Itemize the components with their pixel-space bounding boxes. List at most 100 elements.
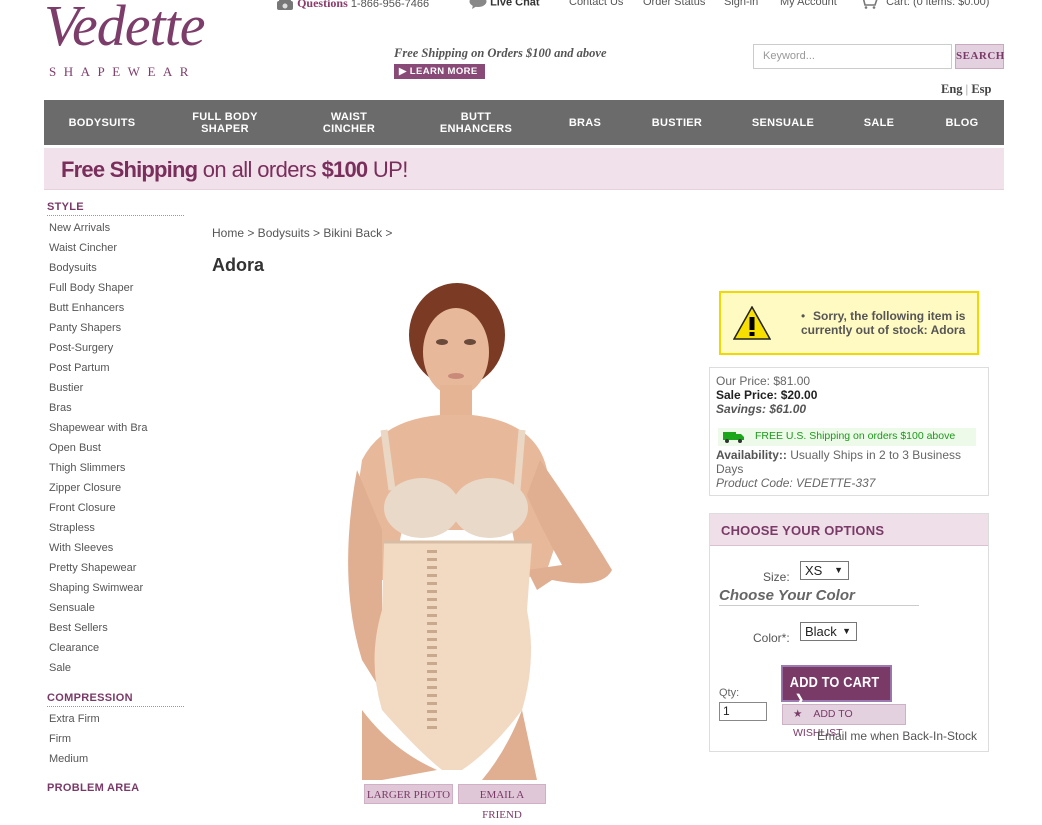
sidebar-item-post-surgery[interactable]: Post-Surgery: [47, 338, 184, 358]
nav-item-label: BLOG: [945, 116, 979, 129]
availability: Availability:: Usually Ships in 2 to 3 B…: [716, 448, 961, 476]
learn-more-button[interactable]: ▶ LEARN MORE: [394, 64, 485, 79]
lang-separator: |: [965, 82, 969, 96]
my-account-link[interactable]: My Account: [780, 0, 837, 12]
nav-item-butt[interactable]: BUTT ENHANCERS: [408, 111, 544, 135]
nav-item-label: BUSTIER: [651, 116, 703, 129]
nav-item-label: BUTT: [460, 110, 492, 123]
sidebar-item-with-sleeves[interactable]: With Sleeves: [47, 538, 184, 558]
sidebar-item-zipper-closure[interactable]: Zipper Closure: [47, 478, 184, 498]
add-to-cart-label: ADD TO CART: [789, 675, 880, 691]
lang-spanish-link[interactable]: Esp: [971, 82, 991, 96]
add-to-wishlist-button[interactable]: ★ ADD TO WISHLIST: [782, 704, 906, 739]
phone-icon: [277, 0, 293, 11]
header-free-shipping: Free Shipping on Orders $100 and above ▶…: [394, 46, 654, 79]
dropdown-arrow-icon: ▼: [842, 626, 851, 636]
play-arrow-icon: ▶: [399, 66, 407, 77]
color-label: Color*:: [753, 631, 790, 645]
product-photo[interactable]: [322, 280, 632, 780]
sidebar-item-firm[interactable]: Firm: [47, 729, 184, 749]
site-logo[interactable]: Vedette SHAPEWEAR: [44, 0, 234, 82]
nav-item-bodysuits[interactable]: BODYSUITS: [44, 117, 160, 129]
alert-text: Sorry, the following item is currently o…: [801, 309, 966, 337]
main-nav: BODYSUITS FULL BODY SHAPER WAIST CINCHER BUTT…: [44, 100, 1004, 145]
size-select[interactable]: XS ▼: [800, 561, 849, 580]
warning-icon: [733, 306, 771, 340]
sidebar-item-sensuale[interactable]: Sensuale: [47, 598, 184, 618]
logo-script-text: Vedette: [44, 0, 205, 58]
sidebar-item-shapewear-with-bra[interactable]: Shapewear with Bra: [47, 418, 184, 438]
sidebar-item-bodysuits[interactable]: Bodysuits: [47, 258, 184, 278]
sidebar-item-strapless[interactable]: Strapless: [47, 518, 184, 538]
language-switcher: Eng | Esp: [941, 82, 991, 97]
sidebar: STYLE New Arrivals Waist Cincher Bodysuits…: [47, 201, 184, 796]
questions-phone[interactable]: Questions 1-866-956-7466: [276, 0, 429, 12]
add-to-cart-button[interactable]: ADD TO CART ❯: [781, 665, 892, 706]
product-title: Adora: [212, 255, 265, 275]
sidebar-item-front-closure[interactable]: Front Closure: [47, 498, 184, 518]
free-shipping-text: FREE U.S. Shipping on orders $100 above: [755, 430, 956, 442]
qty-input[interactable]: 1: [719, 702, 767, 721]
sidebar-item-shaping-swimwear[interactable]: Shaping Swimwear: [47, 578, 184, 598]
sidebar-compression-heading: COMPRESSION: [47, 692, 184, 707]
sidebar-item-panty-shapers[interactable]: Panty Shapers: [47, 318, 184, 338]
free-shipping-banner[interactable]: Free Shipping on all orders $100 UP!: [44, 148, 1004, 190]
options-heading: CHOOSE YOUR OPTIONS: [710, 514, 988, 546]
nav-item-label: BODYSUITS: [68, 116, 136, 129]
sidebar-item-extra-firm[interactable]: Extra Firm: [47, 709, 184, 729]
sidebar-item-medium[interactable]: Medium: [47, 749, 184, 769]
order-status-link[interactable]: Order Status: [643, 0, 705, 12]
nav-item-waist[interactable]: WAIST CINCHER: [290, 111, 408, 135]
questions-label: Questions: [297, 0, 348, 10]
sidebar-item-best-sellers[interactable]: Best Sellers: [47, 618, 184, 638]
qty-label: Qty:: [719, 687, 740, 699]
nav-item-full-body[interactable]: FULL BODY SHAPER: [160, 111, 290, 135]
sidebar-item-pretty-shapewear[interactable]: Pretty Shapewear: [47, 558, 184, 578]
price-box: Our Price: $81.00 Sale Price: $20.00 Sav…: [709, 367, 989, 496]
nav-item-blog[interactable]: BLOG: [920, 117, 1004, 129]
contact-us-link[interactable]: Contact Us: [569, 0, 623, 12]
sidebar-item-waist-cincher[interactable]: Waist Cincher: [47, 238, 184, 258]
search-input[interactable]: Keyword...: [753, 44, 952, 69]
nav-item-label-line2: CINCHER: [322, 122, 376, 135]
sign-in-link[interactable]: Sign-in: [724, 0, 758, 12]
sidebar-item-clearance[interactable]: Clearance: [47, 638, 184, 658]
sidebar-item-sale[interactable]: Sale: [47, 658, 184, 678]
nav-item-sale[interactable]: SALE: [838, 117, 920, 129]
sidebar-item-thigh-slimmers[interactable]: Thigh Slimmers: [47, 458, 184, 478]
sidebar-item-new-arrivals[interactable]: New Arrivals: [47, 218, 184, 238]
nav-item-label: SENSUALE: [751, 116, 815, 129]
logo-subtitle: SHAPEWEAR: [49, 64, 196, 79]
nav-item-bras[interactable]: BRAS: [544, 117, 626, 129]
nav-item-label: BRAS: [568, 116, 602, 129]
search-button[interactable]: SEARCH: [955, 44, 1004, 69]
savings: Savings: $61.00: [716, 402, 807, 416]
nav-item-sensuale[interactable]: SENSUALE: [728, 117, 838, 129]
sidebar-item-butt-enhancers[interactable]: Butt Enhancers: [47, 298, 184, 318]
star-icon: ★: [793, 708, 803, 720]
learn-more-label: LEARN MORE: [409, 66, 478, 77]
sidebar-item-full-body-shaper[interactable]: Full Body Shaper: [47, 278, 184, 298]
sidebar-item-open-bust[interactable]: Open Bust: [47, 438, 184, 458]
back-in-stock-link[interactable]: Email me when Back-In-Stock: [817, 729, 977, 743]
larger-photo-button[interactable]: LARGER PHOTO: [364, 784, 453, 804]
chat-bubble-icon: [469, 0, 487, 9]
nav-item-label: FULL BODY: [192, 110, 258, 123]
email-friend-button[interactable]: EMAIL A FRIEND: [458, 784, 546, 821]
nav-item-label: WAIST: [330, 110, 368, 123]
lang-english-link[interactable]: Eng: [941, 82, 963, 96]
cart-icon: [862, 0, 878, 9]
product-code: Product Code: VEDETTE-337: [716, 476, 876, 490]
our-price: Our Price: $81.00: [716, 374, 811, 388]
color-select[interactable]: Black ▼: [800, 622, 857, 641]
cart-link[interactable]: Cart: (0 items: $0.00): [860, 0, 989, 12]
sidebar-item-bustier[interactable]: Bustier: [47, 378, 184, 398]
sidebar-item-post-partum[interactable]: Post Partum: [47, 358, 184, 378]
style-list: New Arrivals Waist Cincher Bodysuits Full B…: [47, 218, 184, 678]
breadcrumb[interactable]: Home > Bodysuits > Bikini Back >: [212, 226, 392, 240]
sidebar-style-heading: STYLE: [47, 201, 184, 216]
live-chat-label: Live Chat: [490, 0, 540, 9]
live-chat-link[interactable]: Live Chat: [469, 0, 540, 12]
sidebar-item-bras[interactable]: Bras: [47, 398, 184, 418]
nav-item-bustier[interactable]: BUSTIER: [626, 117, 728, 129]
